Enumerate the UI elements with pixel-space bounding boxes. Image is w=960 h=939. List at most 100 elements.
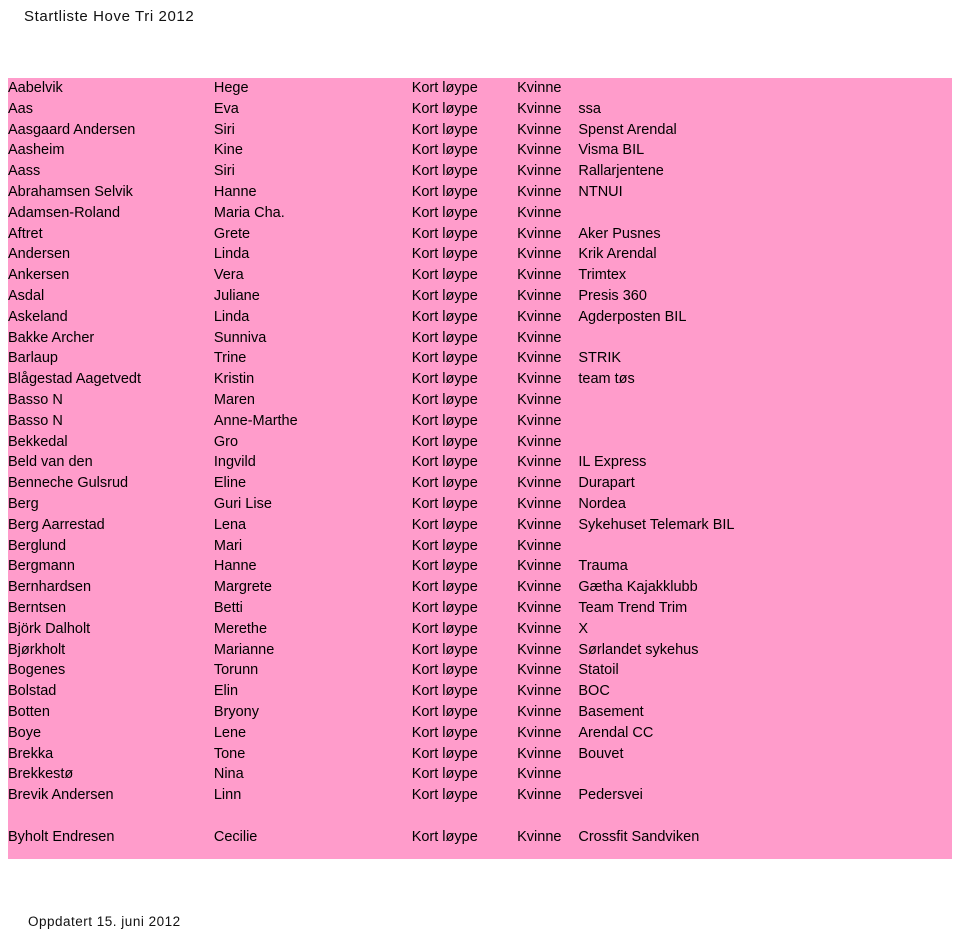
cell-course: Kort løype (411, 183, 478, 200)
cell-gender: Kvinne (517, 454, 562, 471)
cell-surname: Brekkestø (8, 766, 74, 783)
cell-course: Kort løype (411, 558, 478, 575)
cell-club: Trauma (578, 558, 628, 575)
cell-surname: Aasheim (8, 142, 65, 159)
cell-firstname: Lene (213, 724, 247, 741)
cell-firstname: Lena (213, 516, 247, 533)
startlist-table-body: Aabelvik Hege Kort løype Kvinne Aas Eva Kort l… (8, 78, 952, 847)
cell-surname: Askeland (8, 308, 68, 325)
cell-club (578, 536, 952, 557)
table-row: Brekkestø Nina Kort løype Kvinne (8, 764, 952, 785)
cell-course: Kort løype (411, 204, 478, 221)
cell-course: Kort løype (411, 703, 478, 720)
table-row: Andersen Linda Kort løype Kvinne Krik Arenda… (8, 244, 952, 265)
table-row: Aasgaard Andersen Siri Kort løype Kvinne Spe… (8, 120, 952, 141)
cell-club (578, 203, 952, 224)
table-row: Berg Guri Lise Kort løype Kvinne Nordea (8, 494, 952, 515)
cell-club: Agderposten BIL (578, 308, 687, 325)
cell-course: Kort løype (411, 350, 478, 367)
cell-surname: Byholt Endresen (8, 828, 115, 845)
cell-gender: Kvinne (517, 246, 562, 263)
cell-club: Trimtex (578, 267, 627, 284)
cell-course: Kort løype (411, 516, 478, 533)
cell-firstname: Kine (213, 142, 243, 159)
cell-surname: Blågestad Aagetvedt (8, 371, 142, 388)
cell-gender: Kvinne (517, 724, 562, 741)
cell-surname: Benneche Gulsrud (8, 475, 129, 492)
table-row: Bekkedal Gro Kort løype Kvinne (8, 432, 952, 453)
cell-firstname: Margrete (213, 579, 272, 596)
table-row: Aftret Grete Kort løype Kvinne Aker Pusnes (8, 224, 952, 245)
cell-surname: Berg Aarrestad (8, 516, 105, 533)
cell-gender: Kvinne (517, 329, 562, 346)
table-row: Brevik Andersen Linn Kort løype Kvinne Peder… (8, 785, 952, 806)
cell-firstname: Hanne (213, 558, 257, 575)
table-row: Asdal Juliane Kort løype Kvinne Presis 360 (8, 286, 952, 307)
table-row: Botten Bryony Kort løype Kvinne Basement (8, 702, 952, 723)
cell-surname: Abrahamsen Selvik (8, 183, 133, 200)
cell-club: Nordea (578, 495, 626, 512)
cell-course: Kort løype (411, 745, 478, 762)
cell-gender: Kvinne (517, 267, 562, 284)
cell-club: ssa (578, 100, 601, 117)
cell-firstname: Marianne (213, 641, 275, 658)
cell-firstname: Juliane (213, 287, 260, 304)
table-row: Boye Lene Kort løype Kvinne Arendal CC (8, 723, 952, 744)
cell-course: Kort løype (411, 142, 478, 159)
cell-gender: Kvinne (517, 537, 562, 554)
cell-surname: Berglund (8, 537, 67, 554)
cell-course: Kort løype (411, 267, 478, 284)
cell-surname: Bernhardsen (8, 579, 92, 596)
cell-gender: Kvinne (517, 80, 562, 96)
cell-course: Kort løype (411, 662, 478, 679)
cell-surname: Bekkedal (8, 433, 68, 450)
cell-course: Kort løype (411, 787, 478, 804)
cell-course: Kort løype (411, 766, 478, 783)
table-row: Basso N Anne-Marthe Kort løype Kvinne (8, 411, 952, 432)
cell-surname: Aftret (8, 225, 43, 242)
table-row: Basso N Maren Kort løype Kvinne (8, 390, 952, 411)
cell-firstname: Torunn (213, 662, 259, 679)
cell-club: STRIK (578, 350, 622, 367)
table-row: Björk Dalholt Merethe Kort løype Kvinne X (8, 619, 952, 640)
table-row: Barlaup Trine Kort løype Kvinne STRIK (8, 348, 952, 369)
table-row: Berntsen Betti Kort løype Kvinne Team Trend … (8, 598, 952, 619)
cell-club (578, 411, 952, 432)
cell-firstname: Hege (213, 80, 249, 96)
cell-surname: Botten (8, 703, 50, 720)
cell-club: Krik Arendal (578, 246, 657, 263)
table-row: Abrahamsen Selvik Hanne Kort løype Kvinne NT… (8, 182, 952, 203)
cell-course: Kort løype (411, 329, 478, 346)
cell-firstname: Kristin (213, 371, 255, 388)
cell-firstname: Elin (213, 683, 239, 700)
cell-club: Gætha Kajakklubb (578, 579, 698, 596)
cell-surname: Bjørkholt (8, 641, 66, 658)
cell-gender: Kvinne (517, 662, 562, 679)
cell-gender: Kvinne (517, 121, 562, 138)
cell-firstname: Betti (213, 599, 243, 616)
cell-club: Visma BIL (578, 142, 645, 159)
cell-club: Crossfit Sandviken (578, 828, 700, 845)
cell-surname: Boye (8, 724, 42, 741)
cell-gender: Kvinne (517, 475, 562, 492)
startlist-table-container: Aabelvik Hege Kort løype Kvinne Aas Eva Kort l… (8, 78, 952, 860)
cell-surname: Aabelvik (8, 80, 63, 96)
cell-course: Kort løype (411, 537, 478, 554)
cell-gender: Kvinne (517, 683, 562, 700)
table-row: Benneche Gulsrud Eline Kort løype Kvinne Dur… (8, 473, 952, 494)
cell-gender: Kvinne (517, 599, 562, 616)
cell-surname: Ankersen (8, 267, 70, 284)
cell-gender: Kvinne (517, 495, 562, 512)
cell-firstname: Gro (213, 433, 239, 450)
cell-gender: Kvinne (517, 183, 562, 200)
cell-course: Kort løype (411, 371, 478, 388)
cell-course: Kort løype (411, 433, 478, 450)
cell-firstname: Ingvild (213, 454, 256, 471)
cell-surname: Björk Dalholt (8, 620, 91, 637)
table-row: Bergmann Hanne Kort løype Kvinne Trauma (8, 556, 952, 577)
cell-course: Kort løype (411, 724, 478, 741)
cell-course: Kort løype (411, 391, 478, 408)
cell-course: Kort løype (411, 641, 478, 658)
cell-club: Aker Pusnes (578, 225, 661, 242)
cell-surname: Barlaup (8, 350, 58, 367)
